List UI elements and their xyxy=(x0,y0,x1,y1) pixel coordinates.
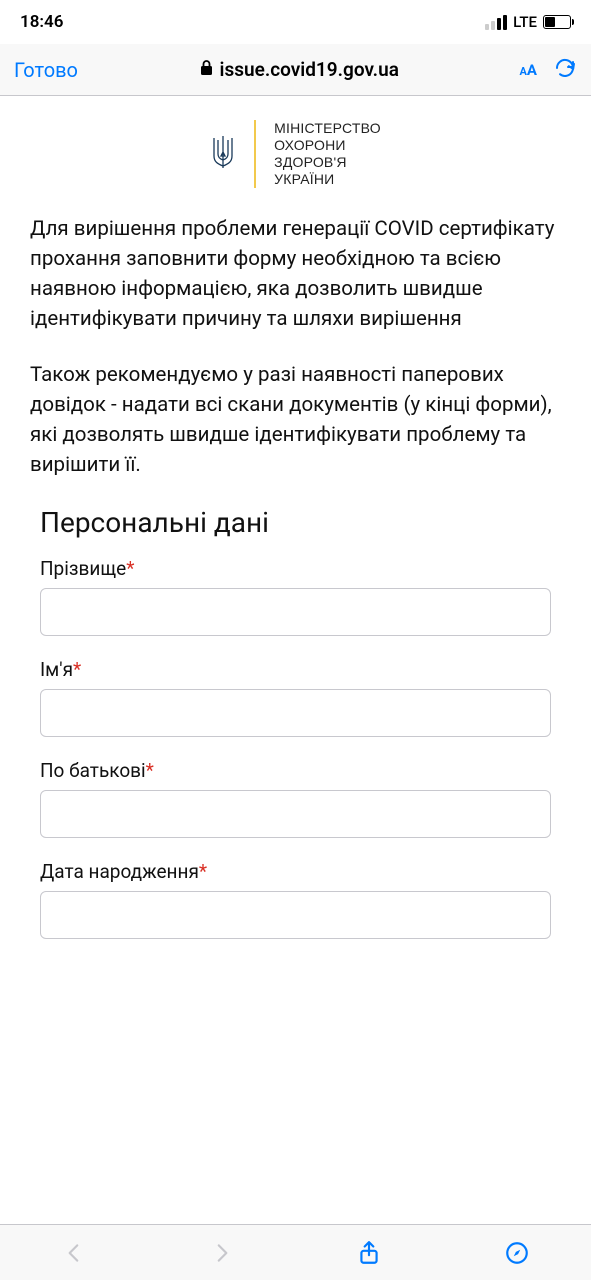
url-display[interactable]: issue.covid19.gov.ua xyxy=(199,58,399,81)
surname-input[interactable] xyxy=(40,588,551,636)
network-label: LTE xyxy=(513,13,537,31)
page-content: МІНІСТЕРСТВО ОХОРОНИ ЗДОРОВ'Я УКРАЇНИ Дл… xyxy=(0,96,591,1224)
section-title: Персональні дані xyxy=(40,506,561,539)
trident-icon xyxy=(210,134,236,174)
name-label: Ім'я* xyxy=(40,658,551,681)
text-size-button[interactable]: AA xyxy=(520,61,537,79)
patronymic-field-group: По батькові* xyxy=(30,759,561,838)
patronymic-input[interactable] xyxy=(40,790,551,838)
logo-divider xyxy=(254,120,256,188)
ministry-logo: МІНІСТЕРСТВО ОХОРОНИ ЗДОРОВ'Я УКРАЇНИ xyxy=(30,120,561,188)
ministry-name: МІНІСТЕРСТВО ОХОРОНИ ЗДОРОВ'Я УКРАЇНИ xyxy=(274,120,381,188)
browser-toolbar xyxy=(0,1224,591,1280)
back-button[interactable] xyxy=(61,1240,87,1266)
status-bar: 18:46 LTE xyxy=(0,0,591,44)
surname-label: Прізвище* xyxy=(40,557,551,580)
surname-field-group: Прізвище* xyxy=(30,557,561,636)
url-text: issue.covid19.gov.ua xyxy=(220,58,399,81)
share-button[interactable] xyxy=(356,1240,382,1266)
dob-label: Дата народження* xyxy=(40,860,551,883)
intro-paragraph-1: Для вирішення проблеми генерації COVID с… xyxy=(30,214,561,334)
safari-button[interactable] xyxy=(504,1240,530,1266)
signal-icon xyxy=(485,15,507,30)
done-button[interactable]: Готово xyxy=(14,58,78,82)
patronymic-label: По батькові* xyxy=(40,759,551,782)
lock-icon xyxy=(199,58,214,81)
name-field-group: Ім'я* xyxy=(30,658,561,737)
name-input[interactable] xyxy=(40,689,551,737)
dob-field-group: Дата народження* xyxy=(30,860,561,939)
intro-paragraph-2: Також рекомендуємо у разі наявності папе… xyxy=(30,360,561,480)
browser-navbar: Готово issue.covid19.gov.ua AA xyxy=(0,44,591,96)
reload-button[interactable] xyxy=(553,56,577,84)
forward-button[interactable] xyxy=(209,1240,235,1266)
status-time: 18:46 xyxy=(20,12,63,32)
battery-icon xyxy=(543,15,571,29)
dob-input[interactable] xyxy=(40,891,551,939)
